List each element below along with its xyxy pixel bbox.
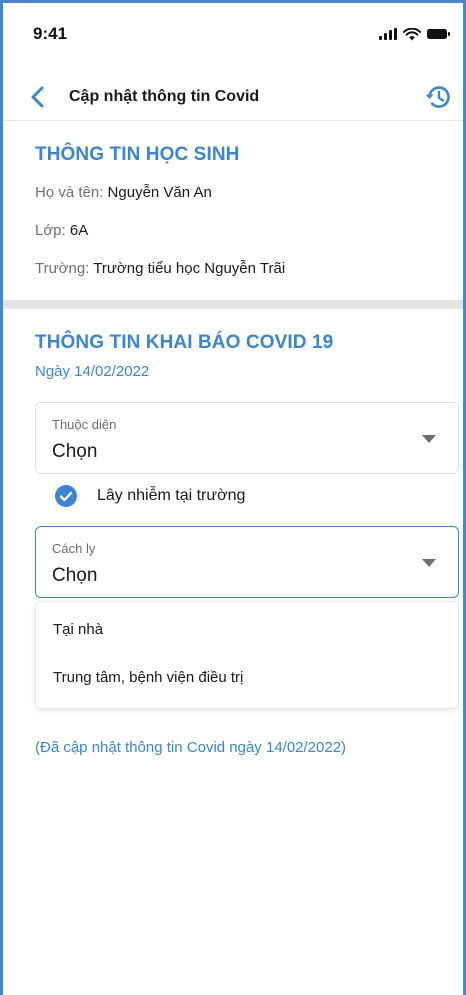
status-icons [379,27,451,41]
student-info-title: THÔNG TIN HỌC SINH [35,144,240,165]
history-icon[interactable] [423,83,453,111]
quarantine-dropdown: Tại nhà Trung tâm, bệnh viện điều trị [35,601,459,709]
category-select-label: Thuộc diện [52,417,117,432]
infected-at-school-checkbox[interactable]: Lây nhiễm tại trường [55,485,245,507]
infected-at-school-label: Lây nhiễm tại trường [97,487,246,504]
school-label: Trường: [35,260,90,277]
chevron-left-icon[interactable] [27,85,49,109]
category-select-value: Chọn [52,441,98,462]
class-value: 6A [69,222,89,239]
app-header: Cập nhật thông tin Covid [3,73,463,121]
wifi-icon [403,27,421,40]
school-value: Trường tiểu học Nguyễn Trãi [93,260,286,277]
check-circle-icon[interactable] [55,485,77,507]
signal-icon [379,28,397,40]
quarantine-select-label: Cách ly [52,541,96,556]
student-name-row: Họ và tên: Nguyễn Văn An [35,184,212,201]
quarantine-select[interactable]: Cách ly Chọn [35,526,459,598]
name-value: Nguyễn Văn An [107,184,212,201]
section-divider [3,300,463,309]
phone-screen: 9:41 Cập nhật thông tin Covid THÔNG TIN … [0,0,466,995]
option-at-home[interactable]: Tại nhà [53,621,103,638]
page-title: Cập nhật thông tin Covid [69,87,260,105]
caret-down-icon [422,435,436,443]
student-class-row: Lớp: 6A [35,222,88,239]
covid-form-title: THÔNG TIN KHAI BÁO COVID 19 [35,332,334,353]
student-school-row: Trường: Trường tiểu học Nguyễn Trãi [35,260,285,277]
update-note: (Đã cập nhật thông tin Covid ngày 14/02/… [35,739,347,756]
status-time: 9:41 [33,24,68,43]
name-label: Họ và tên: [35,184,104,201]
quarantine-select-value: Chọn [52,565,98,586]
declaration-date: Ngày 14/02/2022 [35,363,150,380]
caret-down-icon [422,559,436,567]
status-bar: 9:41 [3,3,463,73]
class-label: Lớp: [35,222,66,239]
option-treatment-center[interactable]: Trung tâm, bệnh viện điều trị [53,669,243,686]
battery-icon [427,29,450,39]
category-select[interactable]: Thuộc diện Chọn [35,402,459,474]
